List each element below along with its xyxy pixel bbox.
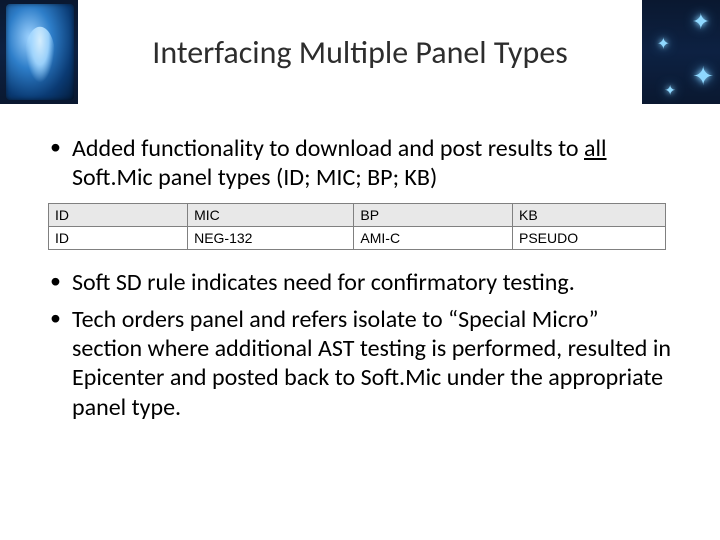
th-kb: KB [513, 203, 666, 226]
slide-header: ✦ ✦ ✦ ✦ Interfacing Multiple Panel Types [0, 0, 720, 104]
bullet-list: Added functionality to download and post… [46, 134, 674, 193]
td-id: ID [49, 226, 188, 249]
td-mic: NEG-132 [188, 226, 354, 249]
table-header-row: ID MIC BP KB [49, 203, 666, 226]
bullet-list-2: Soft SD rule indicates need for confirma… [46, 268, 674, 422]
th-bp: BP [354, 203, 513, 226]
bullet-1: Added functionality to download and post… [46, 134, 674, 193]
bullet-1-post: Soft.Mic panel types (ID; MIC; BP; KB) [72, 163, 437, 192]
bullet-2: Soft SD rule indicates need for confirma… [46, 268, 674, 297]
th-mic: MIC [188, 203, 354, 226]
bullet-1-underlined: all [584, 134, 607, 163]
th-id: ID [49, 203, 188, 226]
title-wrap: Interfacing Multiple Panel Types [0, 0, 720, 104]
td-kb: PSEUDO [513, 226, 666, 249]
bullet-3: Tech orders panel and refers isolate to … [46, 305, 674, 422]
td-bp: AMI-C [354, 226, 513, 249]
slide-title: Interfacing Multiple Panel Types [152, 33, 568, 72]
panel-type-table: ID MIC BP KB ID NEG-132 AMI-C PSEUDO [48, 203, 666, 250]
table-row: ID NEG-132 AMI-C PSEUDO [49, 226, 666, 249]
bullet-1-pre: Added functionality to download and post… [72, 134, 584, 163]
slide-body: Added functionality to download and post… [0, 104, 720, 422]
